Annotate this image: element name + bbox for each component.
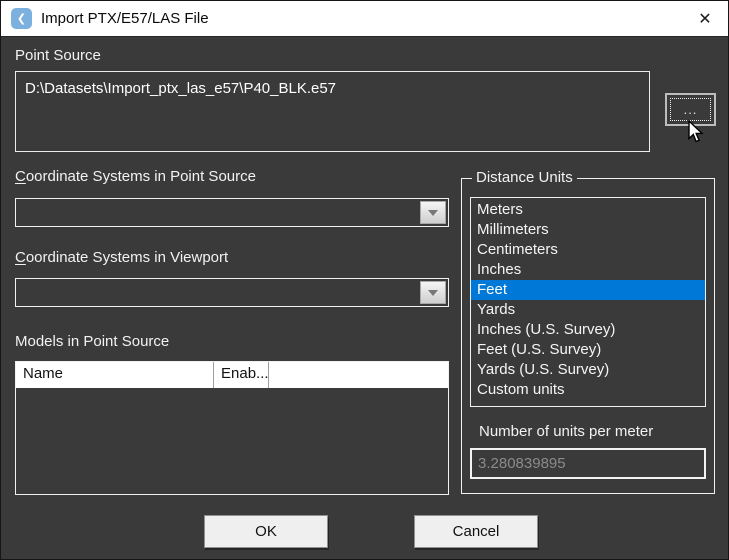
models-label: Models in Point Source <box>15 333 169 350</box>
label-rest: oordinate Systems in Viewport <box>26 249 228 266</box>
distance-unit-option[interactable]: Inches <box>471 260 705 280</box>
column-header-enabled[interactable]: Enab... <box>214 362 269 388</box>
models-table-body[interactable] <box>16 388 448 494</box>
column-header-empty[interactable] <box>269 362 448 388</box>
distance-units-group-label: Distance Units <box>472 169 577 186</box>
point-source-path-text: D:\Datasets\Import_ptx_las_e57\P40_BLK.e… <box>25 80 336 97</box>
mnemonic-letter: C <box>15 249 26 266</box>
units-per-meter-value: 3.280839895 <box>478 455 566 472</box>
chevron-down-icon[interactable] <box>420 281 446 304</box>
ok-button[interactable]: OK <box>204 515 328 548</box>
point-source-label: Point Source <box>15 47 101 64</box>
distance-unit-option[interactable]: Feet (U.S. Survey) <box>471 340 705 360</box>
distance-unit-option[interactable]: Custom units <box>471 380 705 400</box>
focus-rectangle <box>670 98 711 121</box>
chevron-down-icon[interactable] <box>420 201 446 224</box>
browse-button[interactable]: ... <box>665 93 716 126</box>
mnemonic-letter: C <box>15 168 26 185</box>
units-per-meter-input: 3.280839895 <box>470 448 706 479</box>
distance-unit-option[interactable]: Feet <box>471 280 705 300</box>
point-source-path-field[interactable]: D:\Datasets\Import_ptx_las_e57\P40_BLK.e… <box>15 71 650 152</box>
distance-unit-option[interactable]: Centimeters <box>471 240 705 260</box>
distance-unit-option[interactable]: Millimeters <box>471 220 705 240</box>
import-dialog: ❮ Import PTX/E57/LAS File ✕ Point Source… <box>0 0 729 560</box>
cancel-button[interactable]: Cancel <box>414 515 538 548</box>
distance-units-list[interactable]: MetersMillimetersCentimetersInchesFeetYa… <box>470 197 706 407</box>
app-back-chevron-icon: ❮ <box>11 8 32 29</box>
coord-systems-source-combo[interactable] <box>15 198 449 227</box>
distance-unit-option[interactable]: Inches (U.S. Survey) <box>471 320 705 340</box>
models-table[interactable]: Name Enab... <box>15 361 449 495</box>
distance-unit-option[interactable]: Meters <box>471 200 705 220</box>
window-title: Import PTX/E57/LAS File <box>41 10 209 27</box>
label-rest: oordinate Systems in Point Source <box>26 168 256 185</box>
titlebar[interactable]: ❮ Import PTX/E57/LAS File ✕ <box>1 1 728 37</box>
coord-systems-viewport-label: Coordinate Systems in Viewport <box>15 249 228 266</box>
distance-units-group: Distance Units MetersMillimetersCentimet… <box>461 178 715 494</box>
models-table-header: Name Enab... <box>16 362 448 388</box>
column-header-name[interactable]: Name <box>16 362 214 388</box>
close-icon[interactable]: ✕ <box>682 1 728 36</box>
coord-systems-source-label: Coordinate Systems in Point Source <box>15 168 256 185</box>
distance-unit-option[interactable]: Yards (U.S. Survey) <box>471 360 705 380</box>
units-per-meter-label: Number of units per meter <box>479 423 653 440</box>
distance-unit-option[interactable]: Yards <box>471 300 705 320</box>
coord-systems-viewport-combo[interactable] <box>15 278 449 307</box>
